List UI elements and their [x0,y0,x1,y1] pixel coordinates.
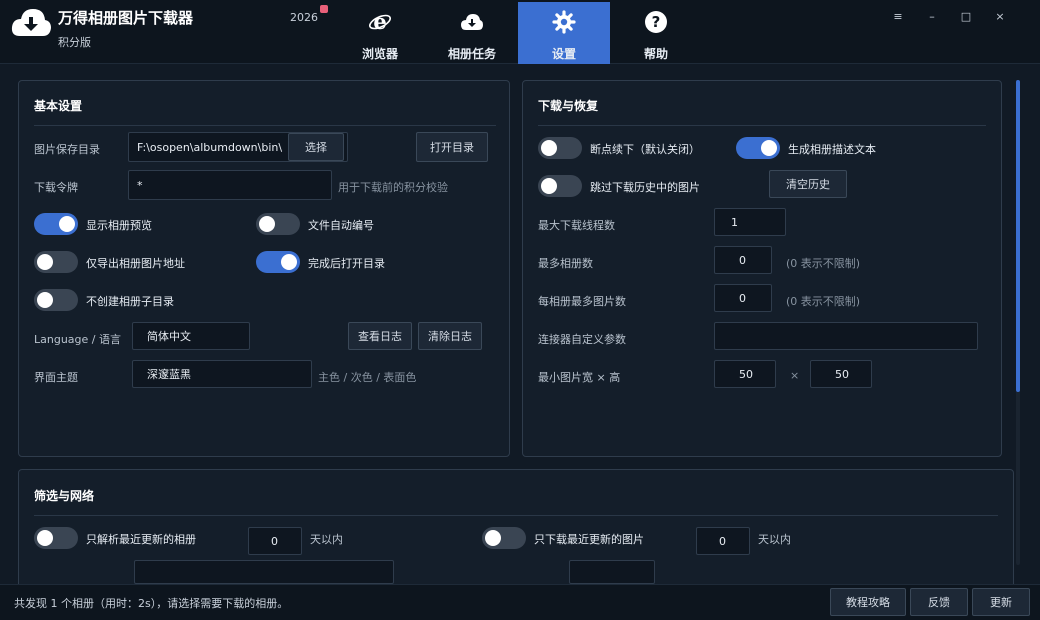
language-label: Language / 语言 [34,333,121,346]
filter-network-divider [34,515,998,516]
toggle-knob [761,140,777,156]
clear-log-button[interactable]: 清除日志 [418,322,482,350]
max-pics-label: 每相册最多图片数 [538,295,626,308]
recent-albums-days-unit: 天以内 [310,533,343,546]
tab-settings-label: 设置 [551,47,576,61]
help-icon: ? [645,11,667,33]
toggle-knob [485,530,501,546]
basic-settings-title: 基本设置 [34,99,83,113]
recent-pics-days-input[interactable]: 0 [696,527,750,555]
app-edition: 积分版 [58,36,91,49]
tab-help[interactable]: ? 帮助 [610,2,702,64]
max-albums-hint: (0 表示不限制) [786,257,861,270]
clear-history-button[interactable]: 清空历史 [769,170,847,198]
svg-text:?: ? [652,13,661,31]
token-hint: 用于下载前的积分校验 [338,181,448,194]
no-subdir-toggle[interactable] [34,289,78,311]
cloud-download-icon [461,14,483,30]
open-dir-button[interactable]: 打开目录 [416,132,488,162]
tab-browser-label: 浏览器 [361,47,398,61]
open-after-done-label: 完成后打开目录 [308,257,385,270]
notification-dot [320,5,328,13]
theme-label: 界面主题 [34,371,78,384]
feedback-button[interactable]: 反馈 [910,588,968,616]
gen-description-toggle[interactable] [736,137,780,159]
filter-field-partial-2[interactable] [569,560,655,584]
recent-albums-label: 只解析最近更新的相册 [86,533,196,546]
tab-settings[interactable]: 设置 [518,2,610,64]
toggle-knob [281,254,297,270]
tab-help-label: 帮助 [643,47,668,61]
ie-browser-icon: e [369,10,391,34]
toggle-knob [37,292,53,308]
skip-history-toggle[interactable] [538,175,582,197]
app-title: 万得相册图片下载器 [58,9,194,27]
scrollbar-thumb[interactable] [1016,80,1020,392]
tab-album-tasks[interactable]: 相册任务 [426,2,518,64]
min-height-input[interactable]: 50 [810,360,872,388]
connector-params-input[interactable] [714,322,978,350]
token-label: 下载令牌 [34,181,78,194]
threads-input[interactable]: 1 [714,208,786,236]
resume-download-label: 断点续下（默认关闭） [590,143,700,156]
save-dir-label: 图片保存目录 [34,143,100,156]
tab-browser[interactable]: e 浏览器 [334,2,426,64]
choose-dir-button[interactable]: 选择 [288,133,344,161]
update-button[interactable]: 更新 [972,588,1030,616]
status-text: 共发现 1 个相册（用时：2s），请选择需要下载的相册。 [14,597,289,610]
open-after-done-toggle[interactable] [256,251,300,273]
skip-history-label: 跳过下载历史中的图片 [590,181,700,194]
times-sign: × [790,369,800,382]
recent-albums-days-input[interactable]: 0 [248,527,302,555]
theme-hint: 主色 / 次色 / 表面色 [318,371,417,384]
tutorial-button[interactable]: 教程攻略 [830,588,906,616]
auto-number-label: 文件自动编号 [308,219,374,232]
title-bar: 万得相册图片下载器 积分版 2026 e 浏览器 相册任务 设置 ? 帮助 ≡ … [0,0,1040,64]
cloud-download-logo-icon [11,9,51,36]
theme-select[interactable]: 深邃蓝黑 [132,360,312,388]
resume-download-toggle[interactable] [538,137,582,159]
show-preview-label: 显示相册预览 [86,219,152,232]
window-close-button[interactable]: × [990,10,1010,24]
export-urls-only-toggle[interactable] [34,251,78,273]
recent-pics-days-unit: 天以内 [758,533,791,546]
filter-network-title: 筛选与网络 [34,489,95,503]
window-minimize-button[interactable]: – [922,10,942,24]
recent-pics-toggle[interactable] [482,527,526,549]
toggle-knob [59,216,75,232]
view-log-button[interactable]: 查看日志 [348,322,412,350]
toggle-knob [541,178,557,194]
auto-number-toggle[interactable] [256,213,300,235]
min-width-input[interactable]: 50 [714,360,776,388]
min-size-label: 最小图片宽 × 高 [538,371,621,384]
tab-album-tasks-label: 相册任务 [447,47,496,61]
svg-text:e: e [373,10,386,34]
max-pics-input[interactable]: 0 [714,284,772,312]
gen-description-label: 生成相册描述文本 [788,143,876,156]
window-menu-button[interactable]: ≡ [888,10,908,24]
connector-params-label: 连接器自定义参数 [538,333,626,346]
toggle-knob [541,140,557,156]
toggle-knob [37,254,53,270]
year-label: 2026 [290,11,318,24]
window-maximize-button[interactable]: □ [956,10,976,24]
export-urls-only-label: 仅导出相册图片地址 [86,257,185,270]
recent-albums-toggle[interactable] [34,527,78,549]
language-select[interactable]: 简体中文 [132,322,250,350]
show-preview-toggle[interactable] [34,213,78,235]
max-albums-label: 最多相册数 [538,257,593,270]
gear-icon [552,10,576,34]
basic-settings-divider [34,125,496,126]
max-pics-hint: (0 表示不限制) [786,295,861,308]
toggle-knob [37,530,53,546]
threads-label: 最大下载线程数 [538,219,615,232]
filter-field-partial[interactable] [134,560,394,584]
no-subdir-label: 不创建相册子目录 [86,295,174,308]
recent-pics-label: 只下载最近更新的图片 [534,533,644,546]
token-input[interactable]: * [128,170,332,200]
download-resume-divider [538,125,986,126]
download-resume-title: 下载与恢复 [538,99,599,113]
max-albums-input[interactable]: 0 [714,246,772,274]
toggle-knob [259,216,275,232]
